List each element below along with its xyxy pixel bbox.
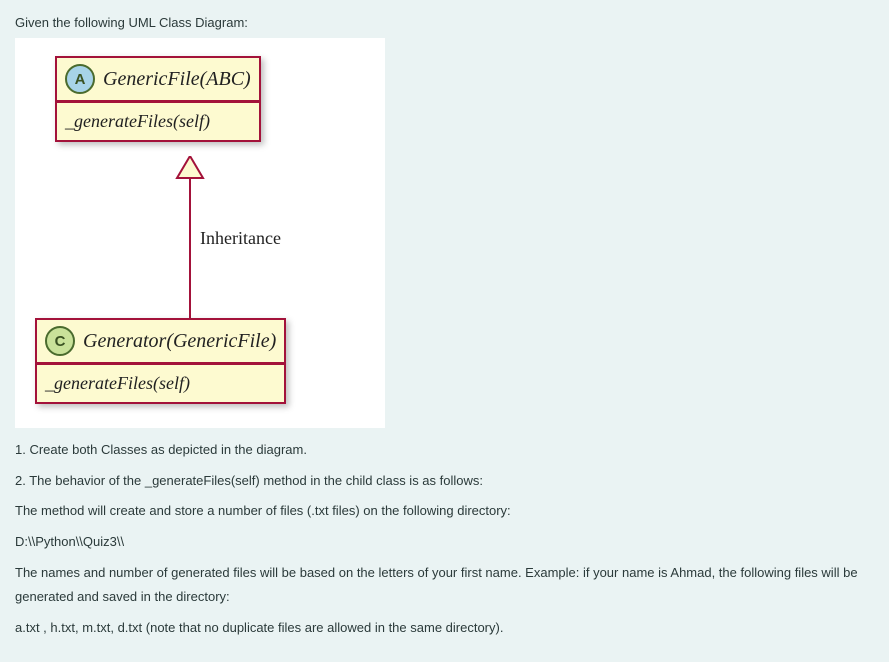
uml-class-generator: C Generator(GenericFile) _generateFiles(…: [35, 318, 286, 404]
instruction-line-4: D:\\Python\\Quiz3\\: [15, 530, 874, 555]
intro-text: Given the following UML Class Diagram:: [15, 15, 874, 30]
class-title: Generator(GenericFile): [83, 330, 276, 353]
inheritance-label: Inheritance: [200, 228, 281, 249]
instruction-line-1: 1. Create both Classes as depicted in th…: [15, 438, 874, 463]
class-method: _generateFiles(self): [37, 365, 284, 402]
uml-header: A GenericFile(ABC): [57, 58, 259, 102]
instruction-line-2: 2. The behavior of the _generateFiles(se…: [15, 469, 874, 494]
instruction-line-6: a.txt , h.txt, m.txt, d.txt (note that n…: [15, 616, 874, 641]
instruction-line-3: The method will create and store a numbe…: [15, 499, 874, 524]
class-method: _generateFiles(self): [57, 103, 259, 140]
class-title: GenericFile(ABC): [103, 68, 251, 91]
uml-diagram: A GenericFile(ABC) _generateFiles(self) …: [15, 38, 385, 428]
class-badge-icon: C: [45, 326, 75, 356]
abstract-badge-icon: A: [65, 64, 95, 94]
uml-class-genericfile: A GenericFile(ABC) _generateFiles(self): [55, 56, 261, 142]
uml-header: C Generator(GenericFile): [37, 320, 284, 364]
instructions-block: 1. Create both Classes as depicted in th…: [15, 438, 874, 641]
instruction-line-5: The names and number of generated files …: [15, 561, 874, 610]
